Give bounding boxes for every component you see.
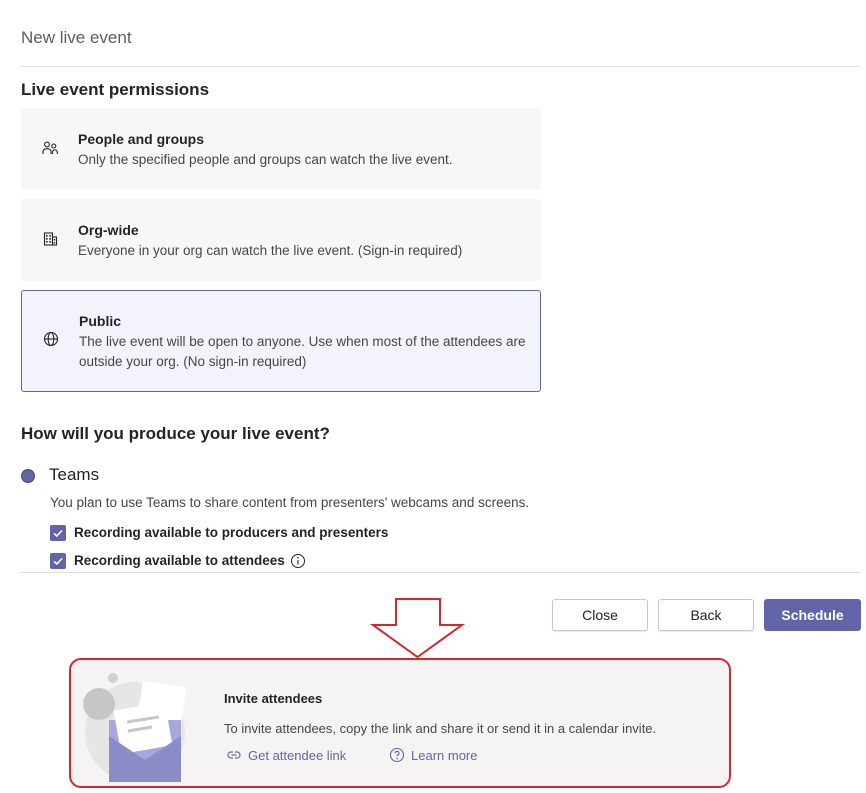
- permission-org-wide[interactable]: Org-wide Everyone in your org can watch …: [21, 199, 541, 281]
- divider: [21, 572, 861, 573]
- teams-option-label[interactable]: Teams: [49, 465, 99, 485]
- divider: [21, 66, 861, 67]
- recording-attendees-checkbox[interactable]: [50, 553, 66, 569]
- globe-icon: [43, 331, 59, 347]
- permission-people-and-groups[interactable]: People and groups Only the specified peo…: [21, 108, 541, 190]
- permission-title: Public: [79, 313, 122, 329]
- info-icon[interactable]: [290, 553, 306, 569]
- envelope-illustration-icon: [83, 673, 187, 782]
- permission-desc: Everyone in your org can watch the live …: [78, 243, 463, 258]
- permission-title: Org-wide: [78, 222, 139, 238]
- produce-heading: How will you produce your live event?: [21, 424, 330, 443]
- recording-attendees-label[interactable]: Recording available to attendees: [74, 553, 285, 568]
- close-button[interactable]: Close: [552, 599, 648, 631]
- get-attendee-link[interactable]: Get attendee link: [226, 747, 346, 763]
- permission-title: People and groups: [78, 131, 205, 147]
- page-title: New live event: [21, 28, 132, 47]
- link-icon: [227, 751, 241, 759]
- checkmark-icon: [53, 557, 63, 566]
- back-button[interactable]: Back: [658, 599, 754, 631]
- teams-radio[interactable]: [21, 469, 35, 483]
- learn-more-link[interactable]: Learn more: [389, 747, 477, 763]
- recording-producers-label[interactable]: Recording available to producers and pre…: [74, 525, 388, 540]
- annotation-arrow-icon: [370, 598, 465, 659]
- teams-option-desc: You plan to use Teams to share content f…: [50, 495, 530, 510]
- permission-public[interactable]: Public The live event will be open to an…: [21, 290, 541, 392]
- get-attendee-link-label[interactable]: Get attendee link: [248, 748, 346, 763]
- help-icon: [389, 747, 405, 763]
- schedule-button[interactable]: Schedule: [764, 599, 861, 631]
- invite-desc: To invite attendees, copy the link and s…: [224, 721, 657, 736]
- checkmark-icon: [53, 529, 63, 538]
- invite-title: Invite attendees: [224, 691, 323, 706]
- permission-desc: Only the specified people and groups can…: [78, 152, 453, 167]
- people-icon: [42, 141, 58, 154]
- building-icon: [43, 232, 58, 246]
- invite-attendees-panel: Invite attendees To invite attendees, co…: [69, 658, 731, 788]
- permissions-heading: Live event permissions: [21, 80, 210, 99]
- permission-desc: The live event will be open to anyone. U…: [79, 334, 526, 369]
- recording-producers-checkbox[interactable]: [50, 525, 66, 541]
- learn-more-label[interactable]: Learn more: [411, 748, 477, 763]
